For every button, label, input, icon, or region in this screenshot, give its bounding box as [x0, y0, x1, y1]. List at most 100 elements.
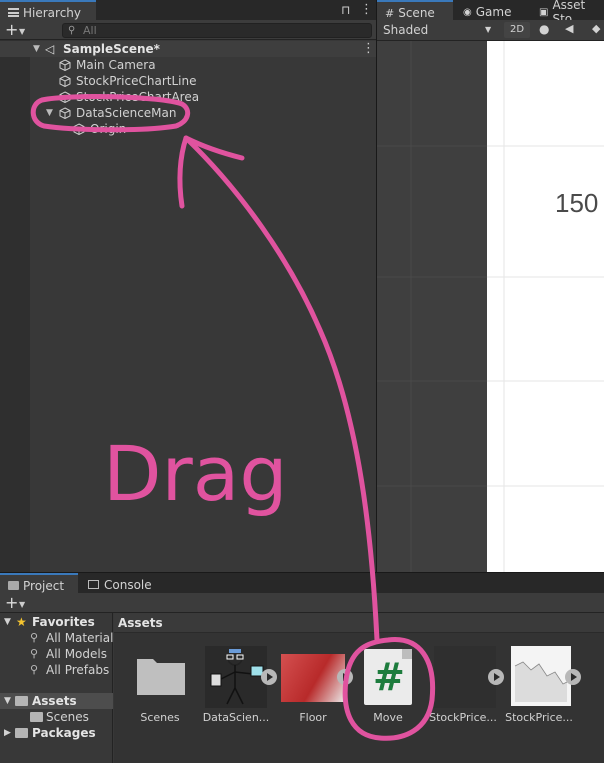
hierarchy-item-label: Origin [90, 122, 127, 136]
hierarchy-tabbar: Hierarchy ⊓ ⋮ [0, 0, 376, 20]
asset-label: DataScien... [202, 711, 270, 724]
scene-panel: # Scene ◉ Game ▣ Asset Sto Shaded ▼ 2D ●… [377, 0, 604, 572]
scene-grid [377, 41, 604, 572]
hierarchy-search-input[interactable]: ⚲ All [62, 23, 372, 38]
star-icon: ★ [16, 615, 27, 629]
hierarchy-panel: Hierarchy ⊓ ⋮ + ▼ ⚲ All ▼ ◁ SampleScene*… [0, 0, 376, 572]
sidebar-item-label: Assets [32, 694, 77, 708]
search-placeholder: All [83, 24, 97, 37]
sidebar-item-label: All Models [46, 647, 107, 661]
tab-hierarchy[interactable]: Hierarchy [0, 0, 96, 20]
chevron-down-icon[interactable]: ▼ [4, 693, 11, 709]
hierarchy-toolbar: + ▼ ⚲ All [0, 20, 376, 40]
lightbulb-icon[interactable]: ● [539, 22, 549, 36]
gameobject-cube-icon [59, 89, 75, 105]
scene-toolbar: Shaded ▼ 2D ● ◀ ◆ [377, 20, 604, 41]
project-toolbar: + ▼ [0, 593, 604, 613]
sidebar-item-favorites[interactable]: ▼ ★ Favorites [0, 614, 113, 630]
hierarchy-item-label: Main Camera [76, 58, 156, 72]
gameobject-cube-icon [59, 105, 75, 121]
asset-stockprice-prefab-2[interactable] [511, 646, 571, 706]
gameobject-cube-icon [59, 57, 75, 73]
stick-figure-icon [210, 649, 264, 705]
add-icon[interactable]: + [5, 20, 18, 40]
breadcrumb-assets[interactable]: Assets [118, 616, 163, 630]
chevron-down-icon[interactable]: ▼ [46, 105, 53, 121]
sidebar-item-label: Packages [32, 726, 96, 740]
chevron-down-icon: ▼ [485, 25, 492, 34]
tab-hierarchy-label: Hierarchy [23, 5, 82, 20]
search-icon: ⚲ [30, 631, 39, 644]
asset-stockprice-prefab-1[interactable] [434, 646, 496, 708]
sidebar-item-label: Scenes [46, 710, 89, 724]
more-options-icon[interactable]: ⋮ [362, 41, 375, 57]
asset-move-script[interactable]: # [364, 649, 412, 705]
chevron-down-icon[interactable]: ▼ [19, 595, 25, 615]
asset-label: Move [373, 711, 403, 724]
project-sidebar: ▼ ★ Favorites ⚲ All Materials ⚲ All Mode… [0, 613, 120, 763]
folder-icon [8, 581, 19, 590]
hierarchy-item[interactable]: StockPriceChartArea [0, 89, 376, 105]
shopping-bag-icon: ▣ [539, 6, 549, 18]
asset-floor-material[interactable] [281, 654, 345, 702]
expand-prefab-button[interactable] [261, 669, 277, 685]
asset-label: Floor [299, 711, 327, 724]
add-icon[interactable]: + [5, 593, 18, 613]
hierarchy-item-label: DataScienceMan [76, 106, 177, 120]
tab-game-label: Game [475, 5, 512, 19]
hierarchy-item-datascienceman[interactable]: ▼ DataScienceMan [0, 105, 376, 121]
asset-label: Scenes [140, 711, 180, 724]
gameobject-cube-icon [73, 121, 89, 137]
page-fold-corner [402, 649, 412, 659]
unity-scene-icon: ◁ [45, 42, 55, 56]
expand-material-button[interactable] [337, 669, 353, 685]
asset-label: StockPrice... [505, 711, 573, 724]
tab-project[interactable]: Project [0, 573, 78, 593]
sidebar-item-label: All Prefabs [46, 663, 110, 677]
asset-scenes-folder[interactable] [135, 655, 187, 697]
folder-icon [30, 712, 43, 722]
lock-icon[interactable]: ⊓ [341, 3, 350, 17]
asset-datascienceman-prefab[interactable] [205, 646, 267, 708]
more-options-icon[interactable]: ⋮ [360, 2, 373, 17]
console-icon [88, 580, 99, 589]
tab-scene[interactable]: # Scene [377, 0, 453, 20]
shading-mode-value: Shaded [383, 23, 429, 37]
search-icon: ⚲ [68, 25, 76, 36]
tab-console[interactable]: Console [84, 573, 160, 593]
scene-root-row[interactable]: ▼ ◁ SampleScene* ⋮ [0, 41, 376, 57]
toggle-2d-button[interactable]: 2D [504, 22, 530, 38]
tab-game[interactable]: ◉ Game [455, 0, 519, 20]
tab-console-label: Console [104, 577, 152, 592]
chevron-right-icon[interactable]: ▶ [4, 725, 11, 741]
chevron-down-icon[interactable]: ▼ [33, 41, 40, 57]
expand-prefab-button[interactable] [565, 669, 581, 685]
gamepad-icon: ◉ [463, 6, 472, 18]
list-icon [8, 8, 19, 17]
scene-name-label: SampleScene* [63, 42, 160, 56]
scene-viewport[interactable]: 150 [377, 41, 604, 572]
tab-asset-store[interactable]: ▣ Asset Sto [531, 0, 604, 26]
sidebar-item-label: All Materials [46, 631, 120, 645]
hierarchy-item[interactable]: Main Camera [0, 57, 376, 73]
project-tabbar: Project Console [0, 573, 604, 593]
chart-axis-value: 150 [555, 188, 599, 218]
sidebar-item-label: Favorites [32, 615, 95, 629]
hierarchy-item[interactable]: Origin [0, 121, 376, 137]
breadcrumb: Assets [114, 613, 604, 633]
asset-label: StockPrice... [429, 711, 497, 724]
folder-icon [137, 659, 185, 695]
chevron-down-icon[interactable]: ▼ [19, 22, 25, 42]
grid-icon: # [385, 6, 395, 20]
folder-icon [15, 728, 28, 738]
audio-icon[interactable]: ◀ [565, 22, 573, 35]
hierarchy-item[interactable]: StockPriceChartLine [0, 73, 376, 89]
chevron-down-icon[interactable]: ▼ [4, 614, 11, 630]
csharp-script-icon: # [373, 655, 405, 699]
shading-mode-dropdown[interactable]: Shaded ▼ [379, 22, 497, 38]
effects-icon[interactable]: ◆ [592, 22, 600, 35]
tab-scene-label: Scene [398, 6, 435, 20]
sidebar-item-assets[interactable]: ▼ Assets [0, 693, 113, 709]
search-icon: ⚲ [30, 647, 39, 660]
expand-prefab-button[interactable] [488, 669, 504, 685]
